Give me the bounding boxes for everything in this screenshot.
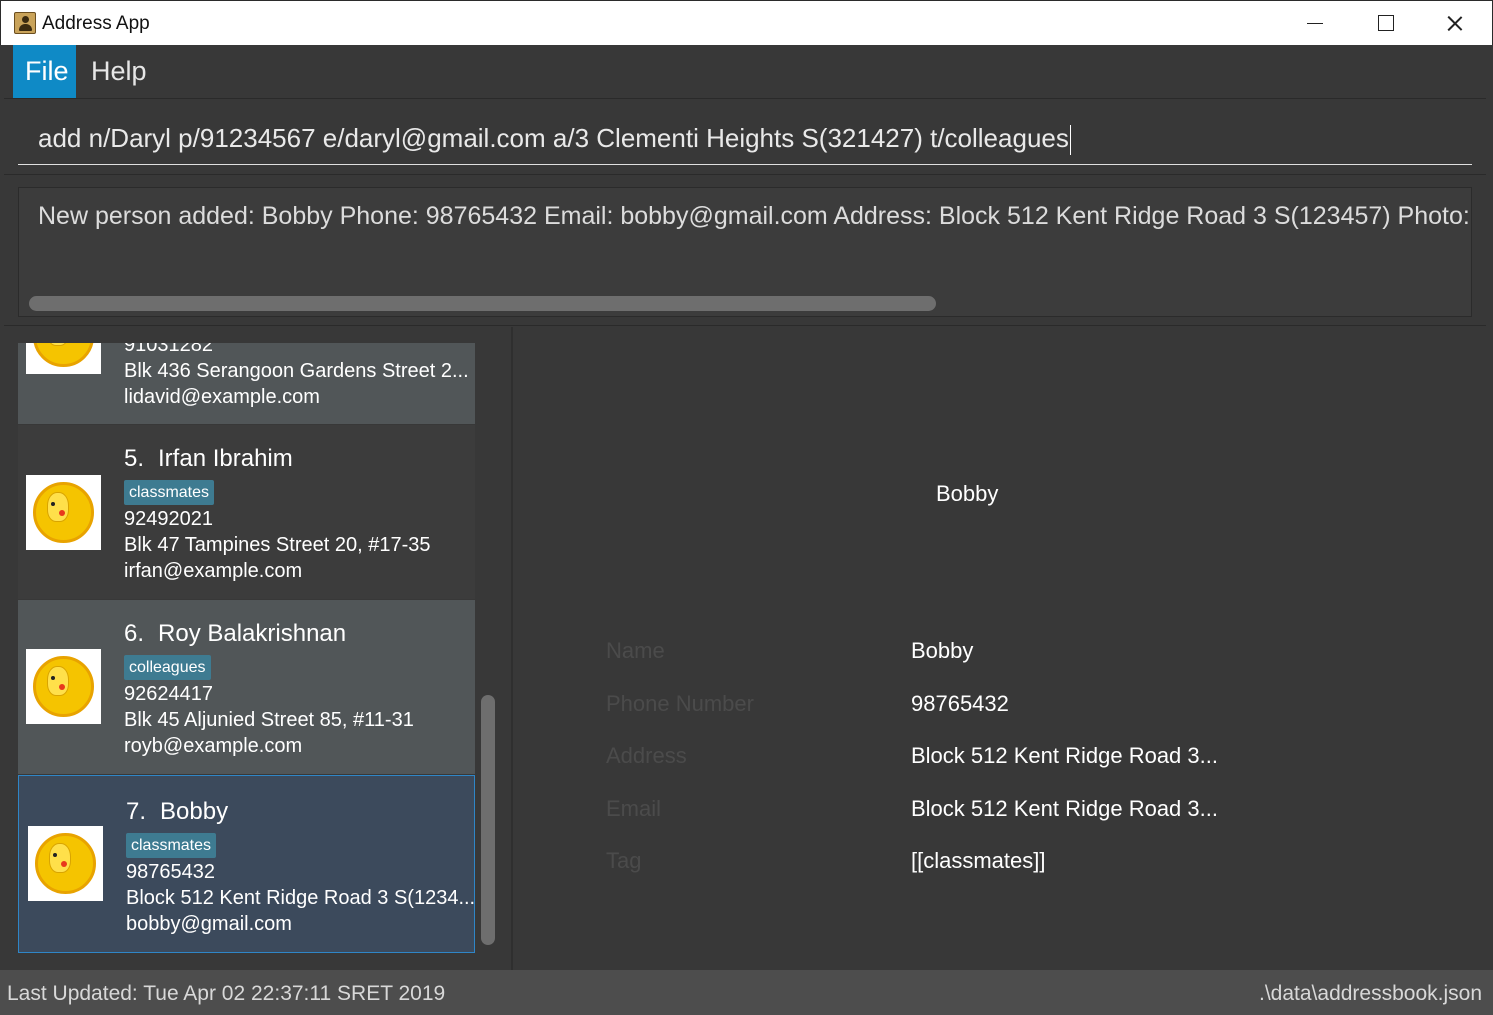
person-detail-panel: Bobby Name Bobby Phone Number 98765432 A… [515, 327, 1493, 970]
person-name: 6. Roy Balakrishnan [124, 620, 347, 647]
maximize-icon[interactable] [1351, 1, 1421, 46]
person-name: 7. Bobby [126, 798, 229, 825]
person-tag: colleagues [124, 655, 211, 680]
menu-help[interactable]: Help [79, 45, 159, 98]
result-panel: New person added: Bobby Phone: 98765432 … [4, 174, 1486, 326]
command-box: add n/Daryl p/91234567 e/daryl@gmail.com… [4, 98, 1486, 174]
command-input[interactable]: add n/Daryl p/91234567 e/daryl@gmail.com… [18, 117, 1472, 165]
person-card[interactable]: 6. Roy Balakrishnan colleagues 92624417 B… [18, 600, 475, 774]
value-phone: 98765432 [911, 691, 1009, 716]
list-vertical-scrollbar[interactable] [481, 695, 495, 945]
menu-file[interactable]: File [13, 45, 76, 98]
label-phone: Phone Number [606, 691, 754, 716]
person-phone: 91031282 [124, 343, 213, 356]
app-icon [14, 12, 36, 34]
status-file-path: .\data\addressbook.json [1259, 982, 1482, 1005]
label-name: Name [606, 638, 665, 663]
status-last-updated: Last Updated: Tue Apr 02 22:37:11 SRET 2… [7, 982, 446, 1005]
value-tag: [[classmates]] [911, 848, 1046, 873]
label-email: Email [606, 796, 662, 821]
avatar [28, 826, 103, 901]
command-text: add n/Daryl p/91234567 e/daryl@gmail.com… [38, 123, 1069, 153]
detail-title: Bobby [936, 481, 999, 506]
title-bar: Address App [0, 0, 1493, 45]
menu-bar: File Help [0, 45, 1493, 98]
result-horizontal-scrollbar[interactable] [29, 296, 936, 311]
label-address: Address [606, 743, 687, 768]
person-address: Blk 45 Aljunied Street 85, #11-31 [124, 709, 414, 731]
label-tag: Tag [606, 848, 642, 873]
person-phone: 98765432 [126, 861, 215, 883]
person-card-selected[interactable]: 7. Bobby classmates 98765432 Block 512 Ke… [18, 775, 475, 953]
window-title: Address App [42, 13, 150, 34]
person-address: Blk 47 Tampines Street 20, #17-35 [124, 534, 431, 556]
avatar [26, 649, 101, 724]
person-email: royb@example.com [124, 735, 303, 757]
person-phone: 92624417 [124, 683, 213, 705]
person-card[interactable]: 5. Irfan Ibrahim classmates 92492021 Blk … [18, 425, 475, 599]
person-email: lidavid@example.com [124, 386, 320, 408]
status-bar: Last Updated: Tue Apr 02 22:37:11 SRET 2… [0, 970, 1493, 1015]
person-tag: classmates [126, 833, 217, 858]
value-address: Block 512 Kent Ridge Road 3... [911, 743, 1218, 768]
person-email: bobby@gmail.com [126, 913, 292, 935]
close-icon[interactable] [1421, 1, 1491, 46]
person-name: 5. Irfan Ibrahim [124, 445, 293, 472]
person-address: Block 512 Kent Ridge Road 3 S(1234... [126, 887, 475, 909]
value-email: Block 512 Kent Ridge Road 3... [911, 796, 1218, 821]
person-phone: 92492021 [124, 508, 213, 530]
value-name: Bobby [911, 638, 974, 663]
person-email: irfan@example.com [124, 560, 303, 582]
avatar [26, 343, 101, 374]
person-list-panel: 91031282 Blk 436 Serangoon Gardens Stree… [0, 327, 513, 970]
text-caret [1069, 125, 1071, 156]
result-text: New person added: Bobby Phone: 98765432 … [38, 202, 1472, 230]
person-address: Blk 436 Serangoon Gardens Street 2... [124, 360, 469, 382]
avatar [26, 475, 101, 550]
result-display[interactable]: New person added: Bobby Phone: 98765432 … [18, 187, 1472, 317]
person-tag: classmates [124, 480, 215, 505]
minimize-icon[interactable] [1281, 1, 1351, 46]
person-list[interactable]: 91031282 Blk 436 Serangoon Gardens Stree… [18, 343, 475, 970]
person-card[interactable]: 91031282 Blk 436 Serangoon Gardens Stree… [18, 343, 475, 424]
